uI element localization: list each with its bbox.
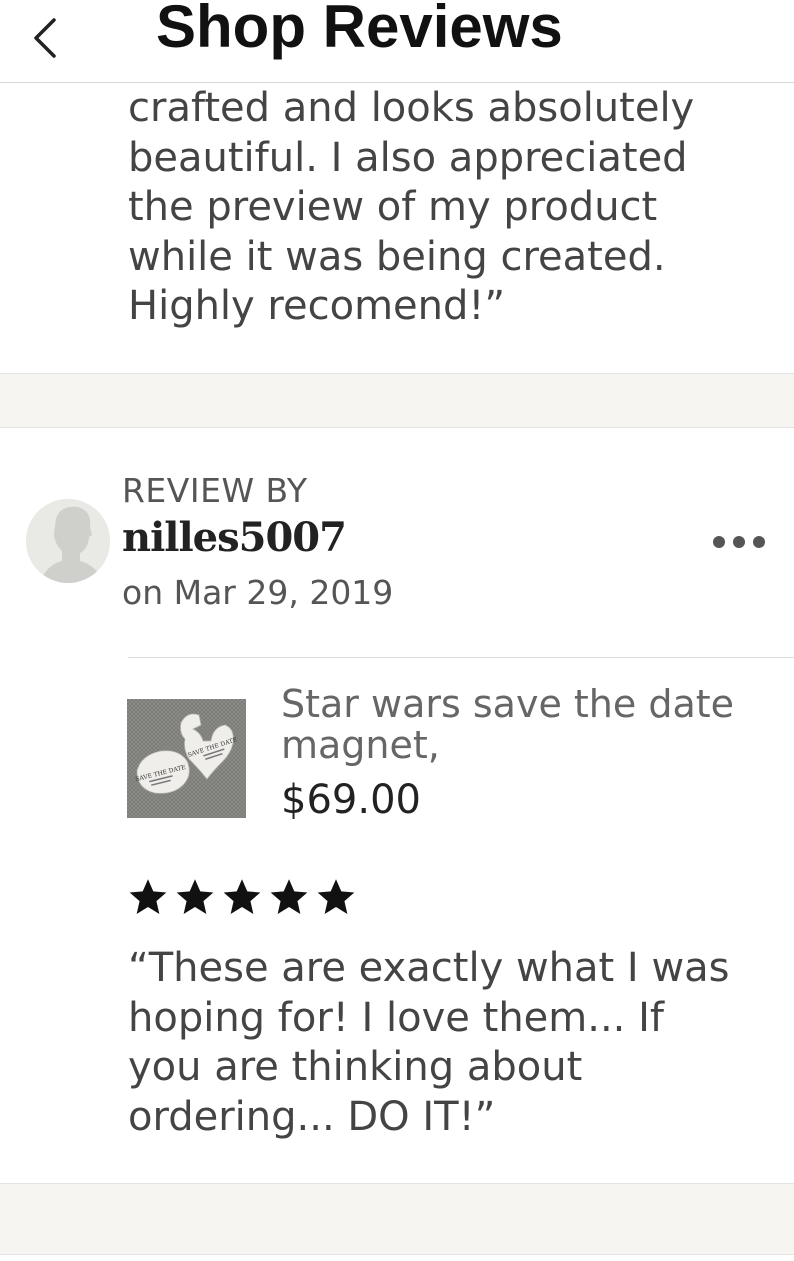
reviewer-name[interactable]: nilles5007 <box>122 514 347 562</box>
default-avatar-icon <box>26 499 110 583</box>
product-title-link[interactable]: Star wars save the date magnet, <box>281 684 761 766</box>
reviewer-avatar[interactable] <box>26 499 110 583</box>
star-icon <box>176 879 214 914</box>
review-separator <box>0 373 794 428</box>
star-rating <box>126 876 358 922</box>
back-button[interactable] <box>20 12 70 64</box>
page-title: Shop Reviews <box>156 0 563 60</box>
review-text: “These are exactly what I was hoping for… <box>128 945 730 1140</box>
star-icon <box>270 879 308 914</box>
product-thumbnail[interactable]: SAVE THE DATE SAVE THE DATE <box>127 699 246 818</box>
app-header: Shop Reviews <box>0 0 794 83</box>
previous-review-text: crafted and looks absolutely beautiful. … <box>128 85 695 329</box>
more-options-button[interactable] <box>704 524 774 560</box>
review-date: on Mar 29, 2019 <box>122 573 394 612</box>
product-price: $69.00 <box>281 777 421 823</box>
review-separator <box>0 1183 794 1255</box>
review-by-label: REVIEW BY <box>122 471 308 510</box>
divider <box>128 657 794 658</box>
more-dots-icon <box>713 536 765 548</box>
star-icon <box>129 879 167 914</box>
star-icon <box>223 879 261 914</box>
star-icon <box>317 879 355 914</box>
chevron-left-icon <box>34 18 56 58</box>
